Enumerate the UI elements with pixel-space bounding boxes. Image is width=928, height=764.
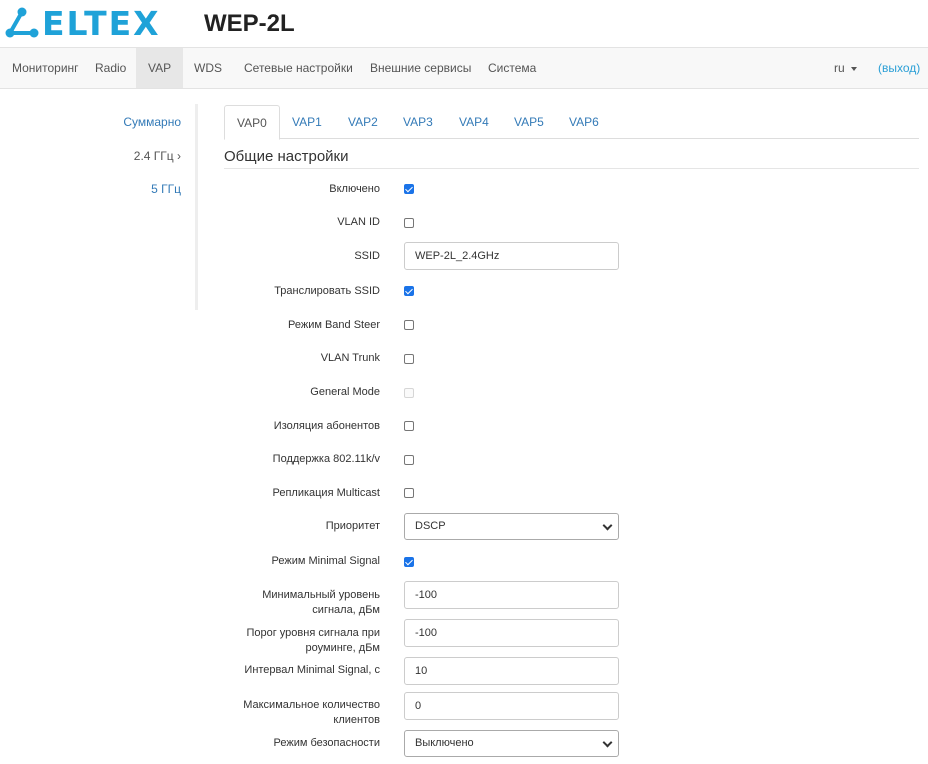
- roaming-threshold-label-line1: Порог уровня сигнала при: [246, 627, 380, 639]
- minimal-signal-checkbox[interactable]: [404, 557, 414, 567]
- logout-link[interactable]: (выход): [878, 48, 920, 88]
- security-mode-select[interactable]: Выключено: [404, 730, 619, 757]
- vlan-id-checkbox[interactable]: [404, 218, 414, 228]
- max-clients-input[interactable]: [404, 692, 619, 720]
- vap-tabs: VAP0 VAP1 VAP2 VAP3 VAP4 VAP5 VAP6: [224, 105, 919, 140]
- nav-item-network-settings[interactable]: Сетевые настройки: [232, 48, 365, 88]
- sidebar-item-2-4ghz[interactable]: 2.4 ГГц ›: [134, 149, 181, 163]
- vlan-trunk-checkbox[interactable]: [404, 354, 414, 364]
- kv-support-label: Поддержка 802.11k/v: [272, 453, 380, 465]
- language-dropdown[interactable]: ru: [826, 48, 865, 88]
- tab-vap0[interactable]: VAP0: [224, 105, 280, 140]
- min-signal-interval-input[interactable]: [404, 657, 619, 685]
- min-level-label-line2: сигнала, дБм: [312, 604, 380, 616]
- nav-item-external-services[interactable]: Внешние сервисы: [358, 48, 483, 88]
- max-clients-label: Максимальное количество клиентов: [210, 698, 380, 728]
- tab-vap5[interactable]: VAP5: [502, 105, 556, 139]
- tab-vap6[interactable]: VAP6: [557, 105, 611, 139]
- enabled-checkbox[interactable]: [404, 184, 414, 194]
- chevron-down-icon: [602, 737, 613, 748]
- min-level-label: Минимальный уровень сигнала, дБм: [210, 588, 380, 618]
- minimal-signal-label: Режим Minimal Signal: [271, 555, 381, 567]
- tab-vap3[interactable]: VAP3: [391, 105, 445, 139]
- nav-item-system[interactable]: Система: [476, 48, 548, 88]
- security-mode-label: Режим безопасности: [273, 737, 380, 749]
- min-level-label-line1: Минимальный уровень: [262, 589, 380, 601]
- min-level-input[interactable]: [404, 581, 619, 609]
- tab-vap1[interactable]: VAP1: [280, 105, 334, 139]
- enabled-label: Включено: [329, 183, 380, 195]
- sidebar: Суммарно 2.4 ГГц › 5 ГГц: [0, 104, 198, 310]
- max-clients-label-line2: клиентов: [333, 714, 380, 726]
- nav-item-wds[interactable]: WDS: [182, 48, 234, 88]
- ssid-label: SSID: [354, 250, 380, 262]
- caret-down-icon: [850, 66, 857, 71]
- tab-vap4[interactable]: VAP4: [447, 105, 501, 139]
- nav-item-radio[interactable]: Radio: [83, 48, 138, 88]
- ssid-input[interactable]: [404, 242, 619, 270]
- isolation-checkbox[interactable]: [404, 421, 414, 431]
- tab-vap2[interactable]: VAP2: [336, 105, 390, 139]
- vlan-id-label: VLAN ID: [337, 216, 380, 228]
- nav-item-monitoring[interactable]: Мониторинг: [0, 48, 91, 88]
- header: ELTEX WEP-2L: [0, 0, 928, 47]
- multicast-checkbox[interactable]: [404, 488, 414, 498]
- chevron-down-icon: [602, 520, 613, 531]
- nav-item-vap[interactable]: VAP: [136, 48, 184, 88]
- eltex-logo-icon: [5, 7, 39, 38]
- min-signal-interval-label: Интервал Minimal Signal, с: [244, 664, 380, 676]
- priority-label: Приоритет: [325, 520, 380, 532]
- multicast-label: Репликация Multicast: [272, 487, 380, 499]
- security-mode-value: Выключено: [415, 737, 474, 749]
- device-model-title: WEP-2L: [204, 10, 295, 37]
- sidebar-item-summary[interactable]: Суммарно: [123, 115, 181, 129]
- band-steer-label: Режим Band Steer: [287, 319, 380, 331]
- eltex-logo[interactable]: ELTEX: [4, 6, 161, 40]
- sidebar-item-5ghz[interactable]: 5 ГГц: [151, 182, 181, 196]
- priority-value: DSCP: [415, 520, 446, 532]
- broadcast-ssid-label: Транслировать SSID: [274, 285, 380, 297]
- general-mode-label: General Mode: [310, 386, 380, 398]
- section-title: Общие настройки: [224, 148, 919, 169]
- max-clients-label-line1: Максимальное количество: [243, 699, 380, 711]
- general-mode-checkbox: [404, 388, 414, 398]
- roaming-threshold-label: Порог уровня сигнала при роуминге, дБм: [210, 626, 380, 656]
- broadcast-ssid-checkbox[interactable]: [404, 286, 414, 296]
- priority-select[interactable]: DSCP: [404, 513, 619, 540]
- logo-text: ELTEX: [42, 3, 161, 43]
- vlan-trunk-label: VLAN Trunk: [320, 352, 380, 364]
- language-label: ru: [834, 61, 845, 75]
- kv-support-checkbox[interactable]: [404, 455, 414, 465]
- roaming-threshold-label-line2: роуминге, дБм: [305, 642, 380, 654]
- isolation-label: Изоляция абонентов: [273, 420, 380, 432]
- main-navbar: Мониторинг Radio VAP WDS Сетевые настрой…: [0, 47, 928, 89]
- roaming-threshold-input[interactable]: [404, 619, 619, 647]
- band-steer-checkbox[interactable]: [404, 320, 414, 330]
